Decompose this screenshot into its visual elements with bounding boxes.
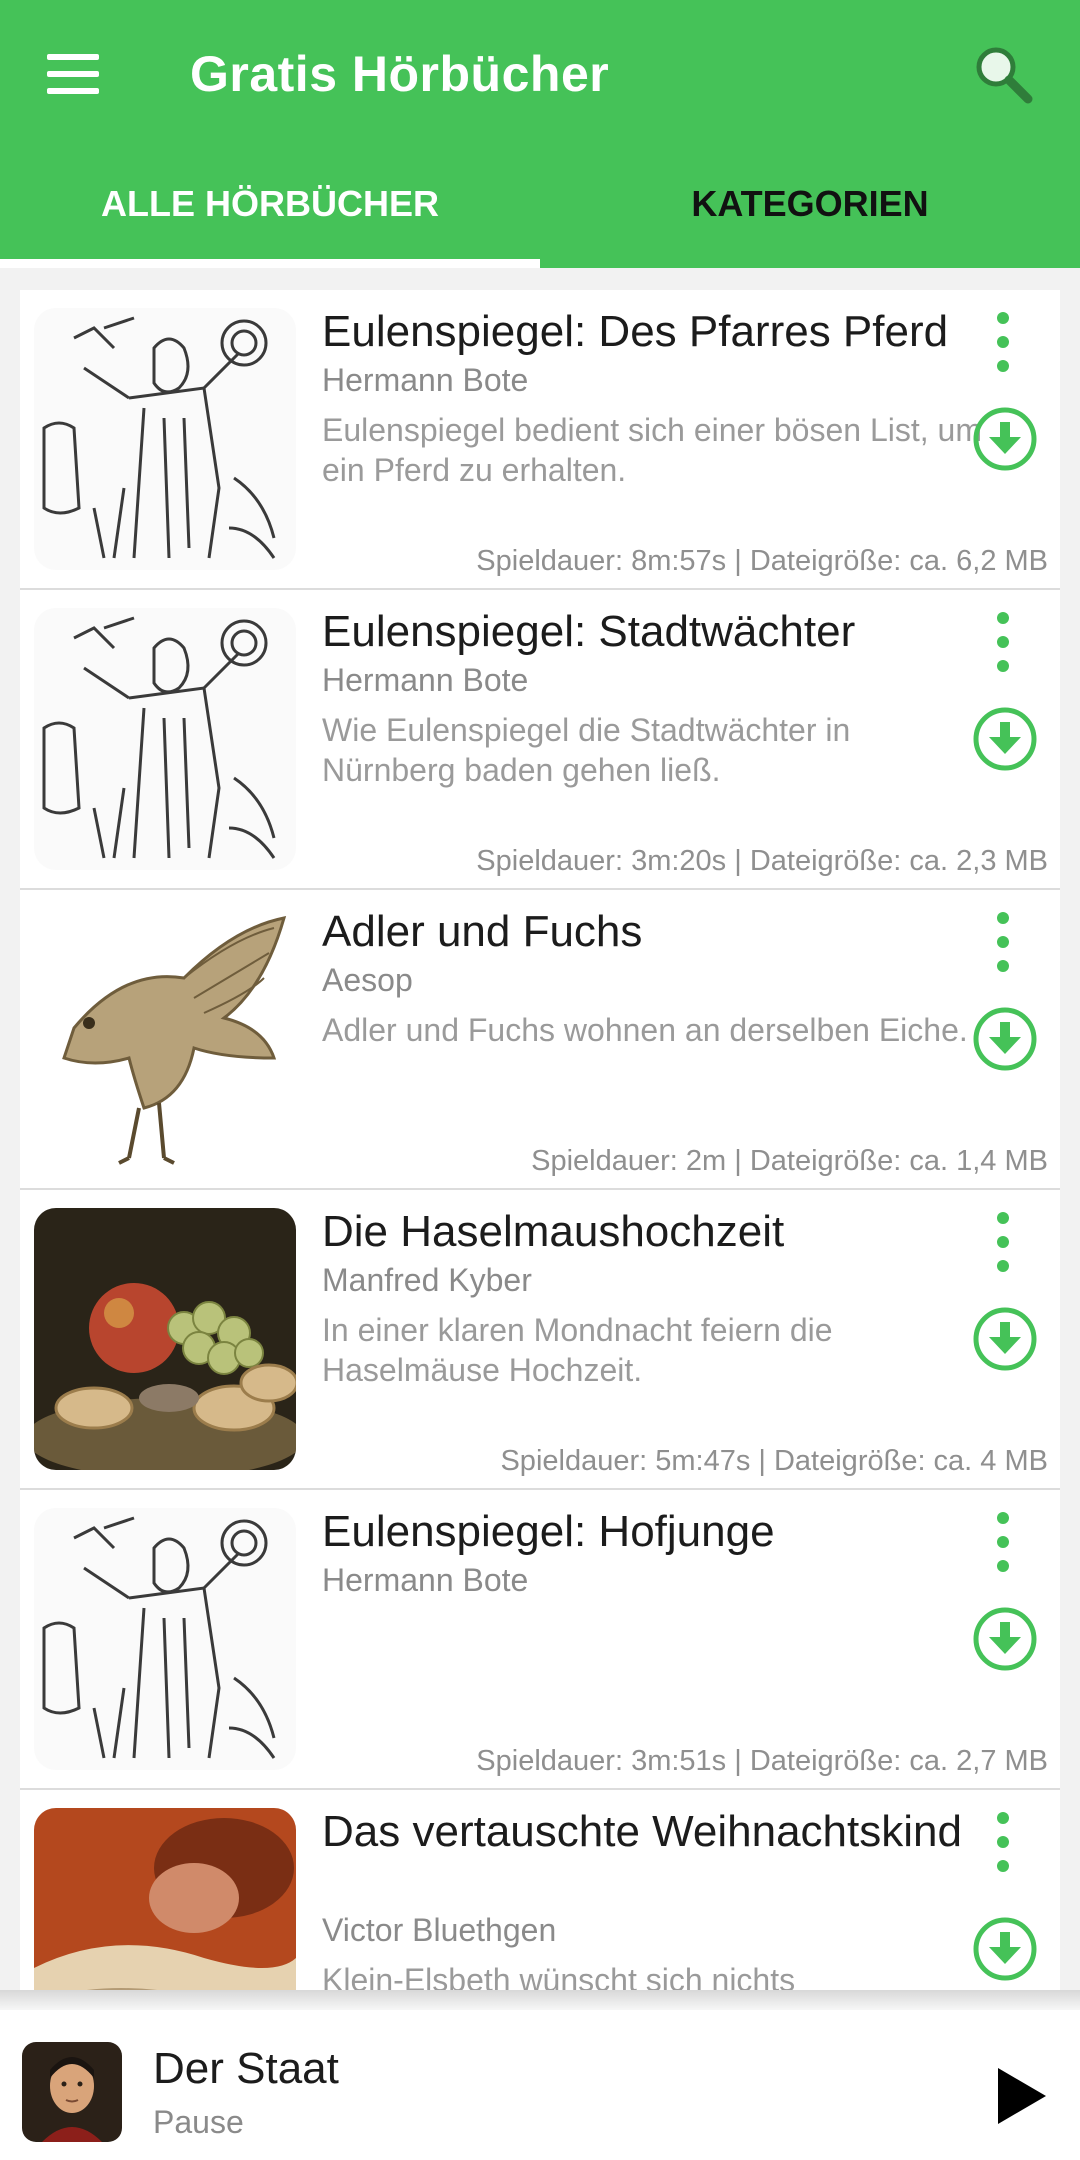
book-author: Hermann Bote	[322, 362, 529, 398]
book-meta: Spieldauer: 5m:47s | Dateigröße: ca. 4 M…	[500, 1445, 1048, 1477]
search-icon[interactable]	[968, 40, 1038, 110]
audiobook-list[interactable]: Eulenspiegel: Des Pfarres Pferd Hermann …	[20, 290, 1060, 1990]
player-status: Pause	[153, 2104, 244, 2140]
cover-image	[34, 608, 296, 870]
player-cover-image	[22, 2042, 122, 2142]
book-title[interactable]: Adler und Fuchs	[322, 906, 992, 958]
list-item[interactable]: Adler und Fuchs Aesop Adler und Fuchs wo…	[20, 890, 1060, 1190]
player-shadow	[0, 1990, 1080, 2010]
cover-image	[34, 908, 296, 1170]
book-author: Hermann Bote	[322, 662, 529, 698]
more-vert-icon[interactable]	[988, 612, 1018, 672]
book-description: Adler und Fuchs wohnen an derselben Eich…	[322, 1012, 968, 1048]
more-vert-icon[interactable]	[988, 1812, 1018, 1872]
list-item[interactable]: Die Haselmaushochzeit Manfred Kyber In e…	[20, 1190, 1060, 1490]
download-circle-icon[interactable]	[972, 1006, 1038, 1072]
book-meta: Spieldauer: 3m:20s | Dateigröße: ca. 2,3…	[476, 845, 1048, 877]
list-item[interactable]: Eulenspiegel: Hofjunge Hermann Bote Spie…	[20, 1490, 1060, 1790]
list-item[interactable]: Das vertauschte Weihnachtskind Victor Bl…	[20, 1790, 1060, 1990]
app-title: Gratis Hörbücher	[190, 46, 610, 102]
app-root: Gratis Hörbücher ALLE HÖRBÜCHER KATEGORI…	[0, 0, 1080, 2160]
book-meta: Spieldauer: 8m:57s | Dateigröße: ca. 6,2…	[476, 545, 1048, 577]
book-description: Eulenspiegel bedient sich einer bösen Li…	[322, 412, 982, 488]
book-meta: Spieldauer: 3m:51s | Dateigröße: ca. 2,7…	[476, 1745, 1048, 1777]
book-description: Klein-Elsbeth wünscht sich nichts	[322, 1962, 796, 1990]
more-vert-icon[interactable]	[988, 312, 1018, 372]
download-circle-icon[interactable]	[972, 706, 1038, 772]
book-author: Manfred Kyber	[322, 1262, 532, 1298]
book-title[interactable]: Die Haselmaushochzeit	[322, 1206, 992, 1258]
play-icon[interactable]	[994, 2066, 1048, 2126]
tab-bar: ALLE HÖRBÜCHER KATEGORIEN	[0, 150, 1080, 268]
more-vert-icon[interactable]	[988, 912, 1018, 972]
book-author: Hermann Bote	[322, 1562, 529, 1598]
tab-alle-hoerbuecher[interactable]: ALLE HÖRBÜCHER	[0, 150, 540, 268]
more-vert-icon[interactable]	[988, 1212, 1018, 1272]
list-item[interactable]: Eulenspiegel: Des Pfarres Pferd Hermann …	[20, 290, 1060, 590]
list-item[interactable]: Eulenspiegel: Stadtwächter Hermann Bote …	[20, 590, 1060, 890]
download-circle-icon[interactable]	[972, 406, 1038, 472]
app-bar: Gratis Hörbücher	[0, 0, 1080, 150]
cover-image	[34, 1808, 296, 1990]
book-meta: Spieldauer: 2m | Dateigröße: ca. 1,4 MB	[531, 1145, 1048, 1177]
download-circle-icon[interactable]	[972, 1306, 1038, 1372]
cover-image	[34, 1508, 296, 1770]
book-title[interactable]: Das vertauschte Weihnachtskind	[322, 1806, 992, 1858]
book-title[interactable]: Eulenspiegel: Des Pfarres Pferd	[322, 306, 992, 358]
book-title[interactable]: Eulenspiegel: Stadtwächter	[322, 606, 992, 658]
book-title[interactable]: Eulenspiegel: Hofjunge	[322, 1506, 992, 1558]
cover-image	[34, 308, 296, 570]
book-author: Victor Bluethgen	[322, 1912, 557, 1948]
more-vert-icon[interactable]	[988, 1512, 1018, 1572]
book-description: In einer klaren Mondnacht feiern die Has…	[322, 1312, 833, 1388]
cover-image	[34, 1208, 296, 1470]
mini-player[interactable]: Der Staat Pause	[0, 2010, 1080, 2160]
book-author: Aesop	[322, 962, 413, 998]
player-title: Der Staat	[153, 2044, 339, 2093]
tab-kategorien[interactable]: KATEGORIEN	[540, 150, 1080, 268]
download-circle-icon[interactable]	[972, 1916, 1038, 1982]
menu-icon[interactable]	[47, 54, 99, 94]
download-circle-icon[interactable]	[972, 1606, 1038, 1672]
book-description: Wie Eulenspiegel die Stadtwächter in Nür…	[322, 712, 851, 788]
